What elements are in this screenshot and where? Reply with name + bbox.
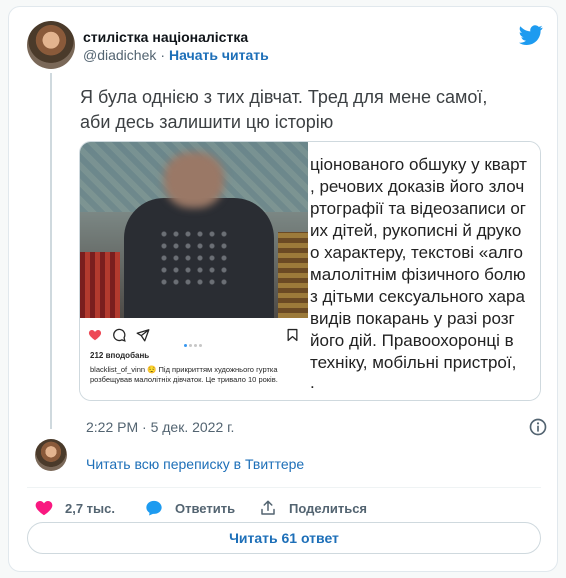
instagram-likes: 212 вподобань bbox=[90, 351, 150, 360]
tweet-card: стилістка націоналістка @diadichek · Начат… bbox=[8, 6, 558, 572]
reply-label: Ответить bbox=[175, 500, 236, 516]
document-line: ртографії та відеозаписи ог bbox=[310, 199, 526, 218]
like-count: 2,7 тыс. bbox=[65, 500, 115, 516]
like-button[interactable]: 2,7 тыс. bbox=[35, 497, 115, 519]
action-bar: 2,7 тыс. Ответить Поделиться bbox=[35, 497, 535, 519]
tweet-text-line: Я була однією з тих дівчат. Тред для мен… bbox=[80, 87, 488, 107]
document-line: ціонованого обшуку у кварт bbox=[310, 155, 527, 174]
share-button[interactable]: Поделиться bbox=[259, 497, 367, 519]
carousel-dots bbox=[184, 334, 214, 347]
tweet-timestamp[interactable]: 2:22 PM · 5 дек. 2022 г. bbox=[86, 419, 234, 435]
instagram-action-bar bbox=[88, 328, 300, 347]
share-upload-icon bbox=[261, 500, 275, 515]
document-line: их дітей, рукописні й друко bbox=[310, 221, 522, 240]
blurred-photo bbox=[80, 142, 308, 318]
tweet-text: Я була однією з тих дівчат. Тред для мен… bbox=[80, 85, 540, 135]
document-line: малолітнім фізичного болю bbox=[310, 265, 526, 284]
tweet-media-image[interactable]: 212 вподобань blacklist_of_vinn 😌 Під пр… bbox=[79, 141, 541, 401]
separator-dot: · bbox=[160, 47, 166, 63]
divider bbox=[27, 487, 541, 488]
tweet-text-line: аби десь залишити цю історію bbox=[80, 112, 334, 132]
heart-icon bbox=[88, 330, 102, 341]
heart-icon bbox=[35, 500, 53, 516]
thread-line bbox=[50, 73, 52, 429]
comment-icon bbox=[113, 328, 126, 342]
document-excerpt: ціонованого обшуку у кварт , речових док… bbox=[310, 142, 540, 400]
author-handle[interactable]: @diadichek bbox=[83, 47, 156, 63]
author-handle-row: @diadichek · Начать читать bbox=[83, 47, 269, 63]
document-line: з дітьми сексуального хара bbox=[310, 287, 525, 306]
author-display-name[interactable]: стилістка націоналістка bbox=[83, 29, 248, 45]
thread-avatar[interactable] bbox=[35, 439, 67, 471]
reply-button[interactable]: Ответить bbox=[145, 497, 235, 519]
bookmark-icon bbox=[287, 328, 298, 342]
document-line: техніку, мобільні пристрої, bbox=[310, 353, 517, 372]
send-icon bbox=[136, 329, 150, 342]
share-label: Поделиться bbox=[289, 500, 368, 516]
follow-link[interactable]: Начать читать bbox=[169, 47, 269, 63]
instagram-caption: blacklist_of_vinn 😌 Під прикриттям худож… bbox=[90, 365, 278, 384]
document-line: видів покарань у разі розг bbox=[310, 309, 515, 328]
info-icon[interactable] bbox=[528, 417, 548, 437]
instagram-screenshot: 212 вподобань blacklist_of_vinn 😌 Під пр… bbox=[80, 142, 308, 400]
read-replies-button[interactable]: Читать 61 ответ bbox=[27, 522, 541, 554]
twitter-logo-icon[interactable] bbox=[519, 23, 543, 47]
author-avatar[interactable] bbox=[27, 21, 75, 69]
read-full-thread-link[interactable]: Читать всю переписку в Твиттере bbox=[86, 456, 304, 472]
document-line: . bbox=[310, 373, 315, 392]
document-line: , речових доказів його злоч bbox=[310, 177, 525, 196]
reply-bubble-icon bbox=[146, 500, 162, 516]
document-line: о характеру, текстові «алго bbox=[310, 243, 523, 262]
document-line: його дій. Правоохоронці в bbox=[310, 331, 514, 350]
